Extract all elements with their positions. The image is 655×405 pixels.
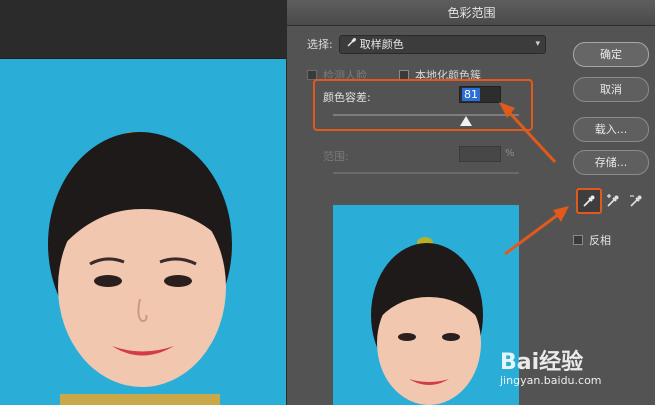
- range-label: 范围:: [323, 150, 349, 163]
- chevron-down-icon: ▾: [535, 39, 540, 49]
- save-button[interactable]: 存储...: [573, 150, 649, 175]
- baidu-jingyan-watermark: Bai经验 jingyan.baidu.com: [500, 344, 602, 387]
- watermark-url: jingyan.baidu.com: [500, 374, 602, 387]
- select-label: 选择:: [307, 38, 333, 51]
- document-canvas[interactable]: [0, 58, 286, 405]
- portrait-photo: [48, 132, 232, 405]
- subtract-from-sample-tool[interactable]: [623, 188, 649, 214]
- fuzziness-label: 颜色容差:: [323, 91, 371, 104]
- cancel-button[interactable]: 取消: [573, 77, 649, 102]
- eyedropper-icon: [346, 37, 357, 51]
- dialog-title: 色彩范围: [287, 0, 655, 26]
- eyedropper-minus-icon: [630, 195, 642, 207]
- watermark-brand: Bai经验: [500, 350, 584, 375]
- eyedropper-icon: [583, 195, 595, 207]
- annotation-arrow-bottom: [504, 206, 569, 256]
- load-button[interactable]: 载入...: [573, 117, 649, 142]
- select-value: 取样颜色: [359, 38, 404, 51]
- eyedropper-plus-icon: [607, 194, 619, 207]
- invert-checkbox[interactable]: [573, 235, 583, 245]
- ps-toolbar-area: [0, 0, 286, 58]
- invert-option[interactable]: 反相: [573, 232, 611, 248]
- ok-button[interactable]: 确定: [573, 42, 649, 67]
- select-dropdown[interactable]: 取样颜色 ▾: [338, 34, 546, 54]
- preview-photo: [371, 237, 483, 405]
- eyedropper-tool[interactable]: [576, 188, 602, 214]
- selection-preview: [333, 205, 519, 405]
- select-row: 选择: 取样颜色 ▾: [307, 34, 546, 54]
- invert-label: 反相: [589, 234, 611, 247]
